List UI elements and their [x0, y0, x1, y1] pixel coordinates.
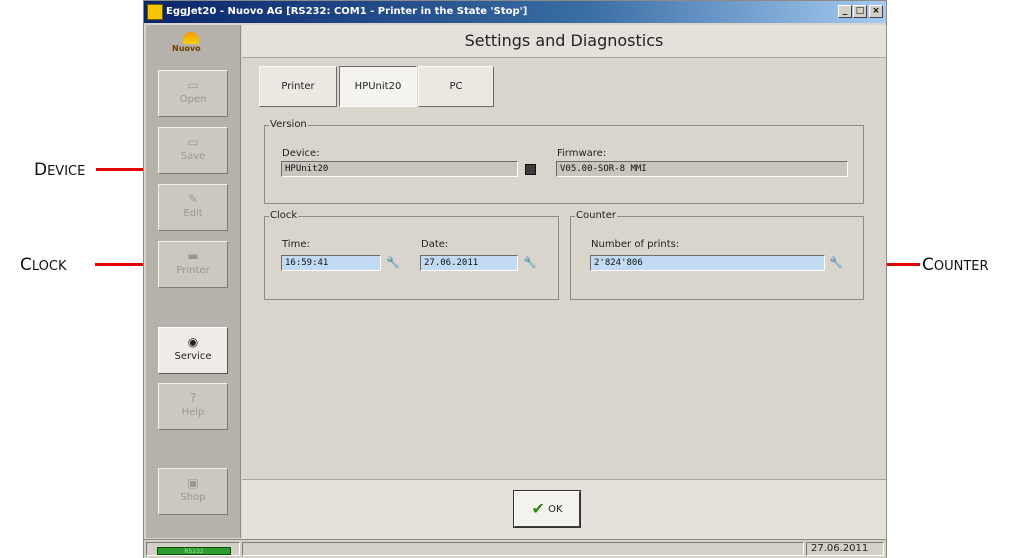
tab-pc[interactable]: PC [418, 66, 494, 107]
title-bar[interactable]: EggJet20 - Nuovo AG [RS232: COM1 - Print… [144, 1, 886, 23]
date-wrench-icon[interactable]: 🔧 [523, 257, 537, 269]
app-window: EggJet20 - Nuovo AG [RS232: COM1 - Print… [143, 0, 887, 558]
status-bar: RS232 27.06.2011 [144, 539, 886, 558]
callout-rest: EVICE [47, 164, 86, 179]
version-group-label: Version [269, 119, 308, 131]
sidebar-item-label: Service [174, 351, 212, 362]
prints-wrench-icon[interactable]: 🔧 [829, 257, 843, 269]
minimize-button[interactable]: _ [838, 5, 852, 18]
status-date: 27.06.2011 [806, 542, 884, 556]
close-button[interactable]: × [869, 5, 883, 18]
shop-icon: ▣ [187, 476, 199, 490]
device-field: HPUnit20 [281, 161, 518, 177]
callout-first-letter: D [34, 160, 48, 180]
main-content: Printer HPUnit20 PC Version Device: HPUn… [242, 58, 886, 478]
callout-first-letter: C [20, 255, 32, 275]
date-label: Date: [421, 239, 449, 250]
date-field[interactable]: 27.06.2011 [420, 255, 518, 271]
ok-button[interactable]: ✔ OK [513, 490, 581, 528]
tab-hpunit20[interactable]: HPUnit20 [339, 66, 417, 107]
gear-icon: ◉ [187, 335, 199, 349]
prints-field[interactable]: 2'824'806 [590, 255, 825, 271]
time-label: Time: [282, 239, 310, 250]
sidebar-item-help[interactable]: ? Help [158, 383, 228, 430]
version-group: Version Device: HPUnit20 Firmware: V05.0… [264, 119, 864, 204]
sidebar-item-label: Help [181, 407, 205, 418]
maximize-button[interactable]: □ [853, 5, 867, 18]
footer: ✔ OK [242, 479, 886, 539]
rs232-indicator: RS232 [157, 547, 231, 555]
counter-group: Counter Number of prints: 2'824'806 🔧 [570, 210, 864, 300]
sidebar-item-shop[interactable]: ▣ Shop [158, 468, 228, 515]
status-panel-connection: RS232 [146, 542, 240, 556]
sidebar-item-open[interactable]: ▭ Open [158, 70, 228, 117]
firmware-field: V05.00-SOR-8 MMI [556, 161, 848, 177]
window-title: EggJet20 - Nuovo AG [RS232: COM1 - Print… [166, 6, 528, 17]
printer-icon: ▬ [187, 249, 199, 263]
checkmark-icon: ✔ [531, 499, 545, 518]
floppy-icon: ▭ [187, 135, 199, 149]
time-wrench-icon[interactable]: 🔧 [386, 257, 400, 269]
device-label: Device: [282, 148, 320, 159]
time-field[interactable]: 16:59:41 [281, 255, 381, 271]
ok-button-label: OK [548, 504, 563, 515]
clock-group: Clock Time: 16:59:41 🔧 Date: 27.06.2011 … [264, 210, 559, 300]
prints-label: Number of prints: [591, 239, 680, 250]
sidebar-item-label: Edit [183, 208, 203, 219]
edit-icon: ✎ [187, 192, 199, 206]
clock-callout: CLOCK [20, 255, 67, 275]
folder-icon: ▭ [187, 78, 199, 92]
page-title: Settings and Diagnostics [242, 25, 886, 58]
sidebar-item-save[interactable]: ▭ Save [158, 127, 228, 174]
sidebar-item-label: Shop [180, 492, 206, 503]
sidebar-item-label: Open [179, 94, 207, 105]
device-callout: DEVICE [34, 160, 85, 180]
flame-icon [183, 32, 199, 44]
sidebar-item-edit[interactable]: ✎ Edit [158, 184, 228, 231]
tab-printer[interactable]: Printer [259, 66, 337, 107]
clock-group-label: Clock [269, 210, 299, 222]
sidebar-item-label: Save [180, 151, 206, 162]
nuovo-logo: Nuovo [150, 29, 236, 57]
status-panel-message [242, 542, 804, 556]
callout-first-letter: C [922, 255, 934, 275]
callout-rest: OUNTER [933, 259, 989, 274]
sidebar: Nuovo ▭ Open ▭ Save ✎ Edit ▬ Printer ◉ S… [146, 25, 241, 538]
counter-group-label: Counter [575, 210, 617, 222]
callout-rest: LOCK [31, 259, 67, 274]
sidebar-item-label: Printer [176, 265, 210, 276]
sidebar-item-service[interactable]: ◉ Service [158, 327, 228, 374]
sidebar-item-printer[interactable]: ▬ Printer [158, 241, 228, 288]
counter-callout: COUNTER [922, 255, 989, 275]
device-chip-icon[interactable] [525, 164, 536, 175]
app-icon [147, 4, 163, 20]
help-icon: ? [189, 391, 197, 405]
firmware-label: Firmware: [557, 148, 607, 159]
logo-text: Nuovo [172, 44, 201, 53]
